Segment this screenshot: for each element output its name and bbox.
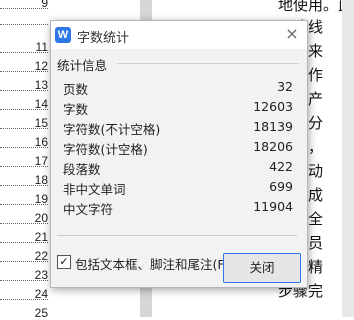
stat-value: 32 (277, 79, 293, 94)
wps-app-icon: W (55, 27, 71, 43)
stat-label: 中文字符 (63, 202, 114, 217)
close-button[interactable]: 关闭 (223, 253, 301, 283)
include-textbox-footnotes-checkbox[interactable]: ✓ (57, 255, 71, 269)
stat-label: 非中文单词 (63, 182, 126, 197)
stat-value: 18206 (253, 139, 293, 154)
close-icon[interactable]: × (283, 25, 301, 43)
stat-label: 字数 (63, 102, 89, 117)
stat-value: 422 (269, 159, 293, 174)
dotted-leader (0, 8, 48, 9)
dotted-leader (0, 128, 48, 129)
dialog-title: 字数统计 (77, 31, 130, 46)
stat-row-pages: 页数 32 (63, 79, 293, 99)
stat-label: 字符数(不计空格) (63, 122, 161, 137)
stat-row-non-chinese-words: 非中文单词 699 (63, 179, 293, 199)
stat-value: 12603 (253, 99, 293, 114)
stat-row-paragraphs: 段落数 422 (63, 159, 293, 179)
dotted-leader (0, 261, 48, 262)
stat-label: 字符数(计空格) (63, 142, 148, 157)
section-title: 统计信息 (57, 58, 108, 73)
footer-divider (57, 235, 297, 236)
stat-label: 页数 (63, 82, 89, 97)
section-divider (117, 63, 299, 64)
dotted-leader (0, 52, 48, 53)
line-number-column: 9 11 12 13 14 15 16 17 18 19 20 21 22 23… (0, 0, 52, 320)
dotted-leader (0, 90, 48, 91)
dotted-leader (0, 223, 48, 224)
dotted-leader (0, 185, 48, 186)
stat-label: 段落数 (63, 162, 101, 177)
dotted-leader (0, 204, 48, 205)
dotted-leader (0, 299, 48, 300)
stat-value: 11904 (253, 199, 293, 214)
stat-row-words: 字数 12603 (63, 99, 293, 119)
dotted-leader (0, 166, 48, 167)
dotted-leader (0, 109, 48, 110)
dotted-leader (0, 71, 48, 72)
include-textbox-footnotes-label[interactable]: 包括文本框、脚注和尾注(F) (75, 254, 229, 273)
stat-row-chinese-chars: 中文字符 11904 (63, 199, 293, 219)
stat-row-chars-no-spaces: 字符数(不计空格) 18139 (63, 119, 293, 139)
dotted-leader (0, 242, 48, 243)
dotted-leader (0, 280, 48, 281)
dotted-leader (0, 24, 48, 25)
stat-value: 699 (269, 179, 293, 194)
line-number: 25 (34, 306, 48, 320)
dialog-title-bar[interactable]: W 字数统计 × (51, 21, 307, 49)
vertical-scroll-track[interactable] (342, 0, 354, 317)
dotted-leader (0, 147, 48, 148)
word-count-dialog: W 字数统计 × 统计信息 页数 32 字数 12603 字符数(不计空格) 1… (50, 20, 308, 288)
stat-row-chars-with-spaces: 字符数(计空格) 18206 (63, 139, 293, 159)
stat-value: 18139 (253, 119, 293, 134)
